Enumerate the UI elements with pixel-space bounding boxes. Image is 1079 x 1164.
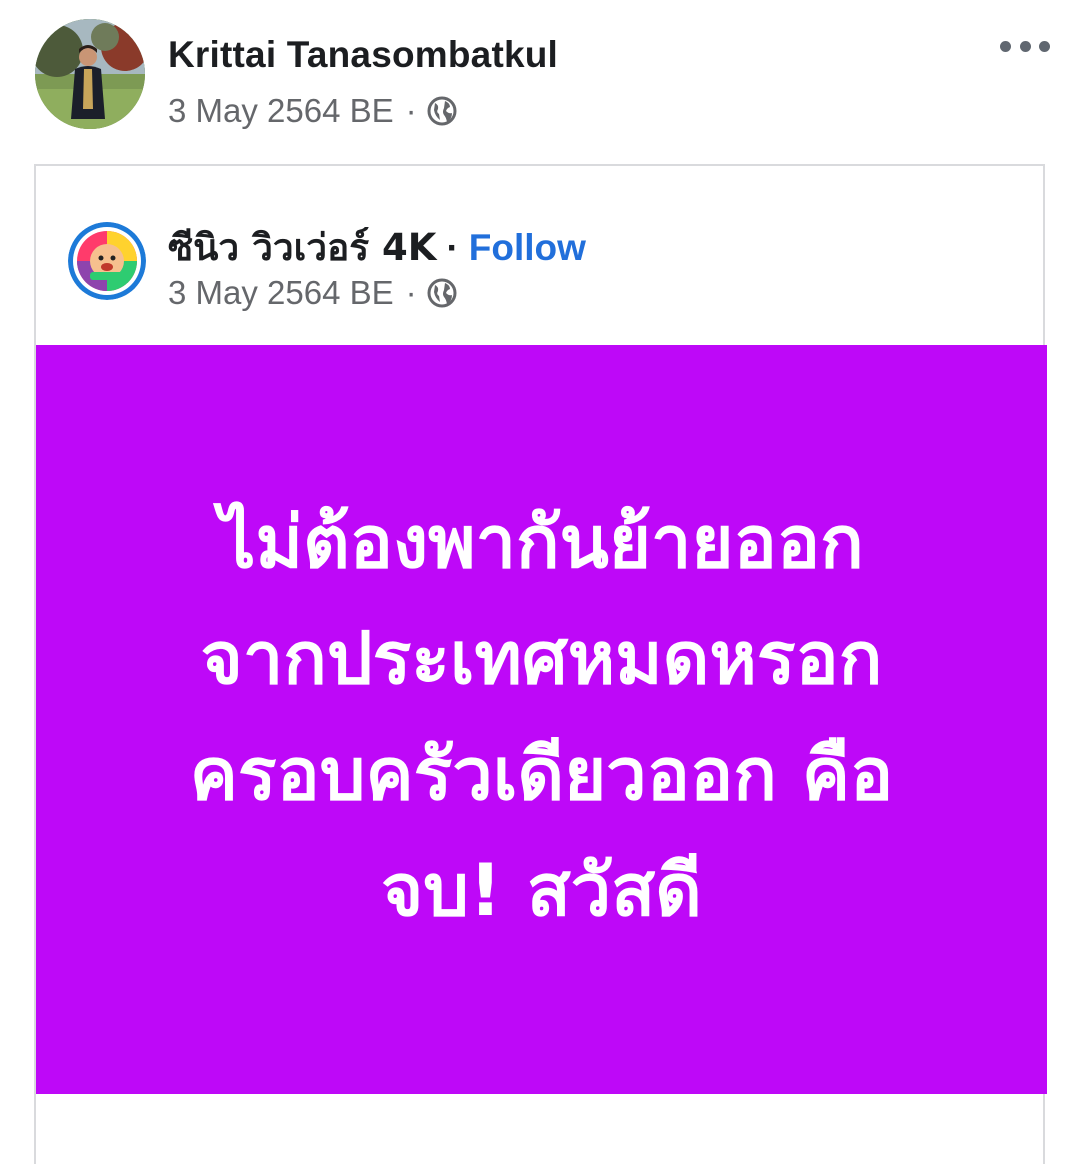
status-background: ไม่ต้องพากันย้ายออก จากประเทศหมดหรอก ครอ… <box>36 345 1047 1094</box>
post-date[interactable]: 3 May 2564 BE <box>168 92 394 130</box>
page-name[interactable]: ซีนิว วิวเว่อร์ 4K <box>168 218 436 277</box>
page-logo <box>68 222 146 300</box>
more-horizontal-icon[interactable] <box>1000 36 1050 56</box>
status-line: ครอบครัวเดียวออก คือ <box>189 731 894 816</box>
author-avatar[interactable] <box>35 19 145 129</box>
post-meta: 3 May 2564 BE · <box>168 92 458 130</box>
page-avatar[interactable] <box>68 222 146 300</box>
author-photo <box>35 19 145 129</box>
status-line: ไม่ต้องพากันย้ายออก <box>219 499 864 584</box>
status-line: จบ! สวัสดี <box>381 847 702 932</box>
meta-separator: · <box>405 92 417 129</box>
post-header: Krittai Tanasombatkul 3 May 2564 BE · <box>0 0 1079 160</box>
meta-separator: · <box>405 274 417 311</box>
status-line: จากประเทศหมดหรอก <box>200 615 883 700</box>
name-separator: · <box>446 226 459 268</box>
author-name[interactable]: Krittai Tanasombatkul <box>168 34 558 76</box>
shared-post-meta: 3 May 2564 BE · <box>168 274 458 312</box>
follow-button[interactable]: Follow <box>469 227 586 269</box>
globe-icon <box>427 278 457 308</box>
shared-post-card: ซีนิว วิวเว่อร์ 4K · Follow 3 May 2564 B… <box>34 164 1047 1164</box>
globe-icon <box>427 96 457 126</box>
shared-post-date[interactable]: 3 May 2564 BE <box>168 274 394 312</box>
page-name-line: ซีนิว วิวเว่อร์ 4K · Follow <box>168 218 586 277</box>
status-text: ไม่ต้องพากันย้ายออก จากประเทศหมดหรอก ครอ… <box>142 484 942 948</box>
